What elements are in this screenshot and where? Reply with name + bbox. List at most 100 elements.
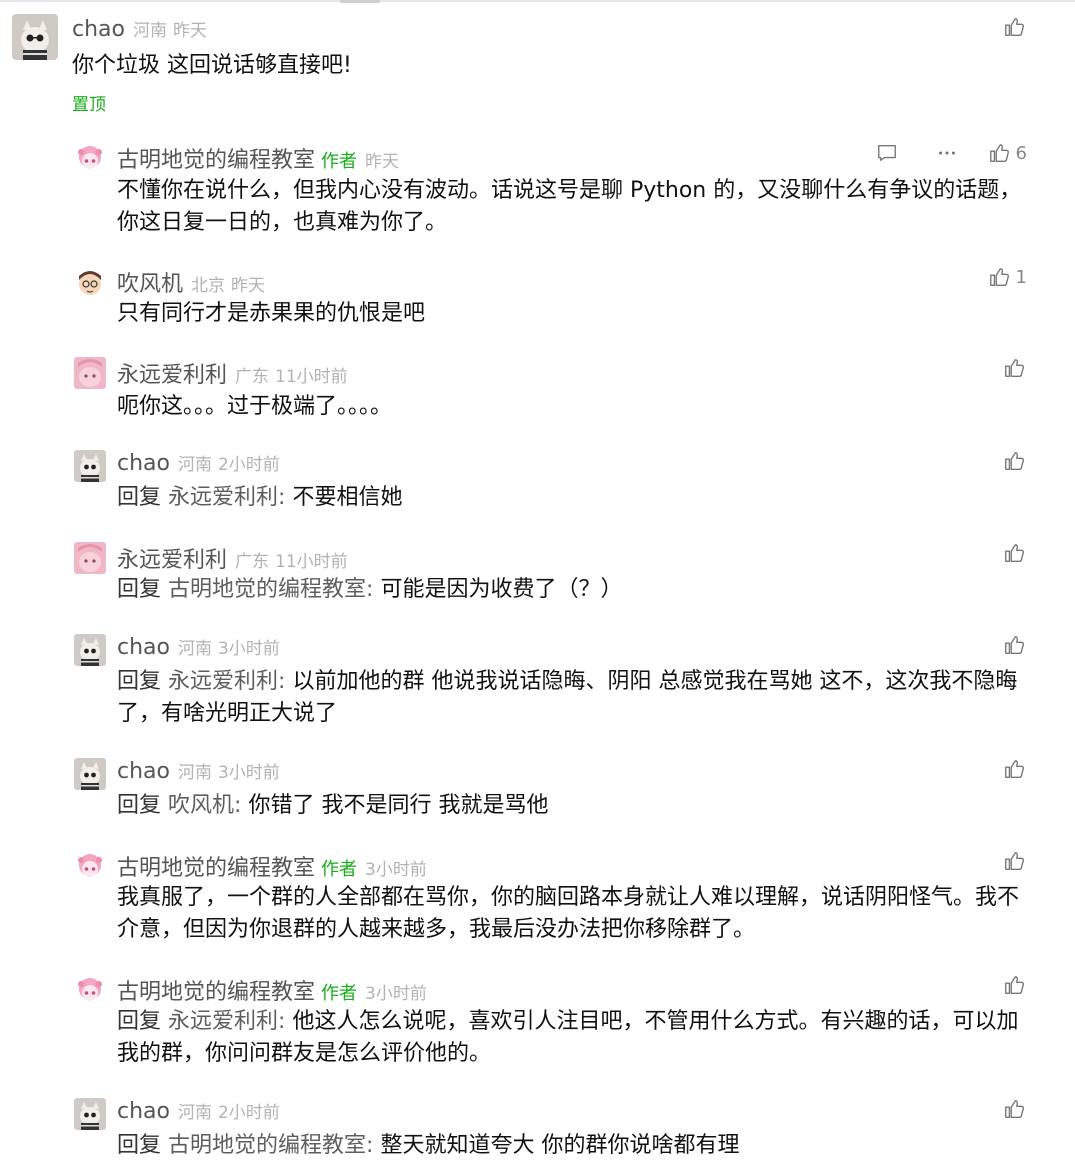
like-button[interactable] <box>1003 758 1025 780</box>
cartoon-boy-avatar-icon <box>74 266 106 298</box>
pinned-label: 置顶 <box>72 95 106 115</box>
comment-body: 呃你这。。。过于极端了。。。。 <box>117 394 393 419</box>
reply-prefix: 回复 <box>117 669 162 694</box>
comment-meta: 河南 3小时前 <box>178 758 280 783</box>
like-button[interactable]: 6 <box>988 142 1027 164</box>
thumbs-up-icon <box>1005 544 1024 562</box>
comment-location: 广东 <box>235 367 270 387</box>
comment-author-name[interactable]: 吹风机 <box>117 266 183 298</box>
reply-prefix: 回复 <box>117 577 162 602</box>
reply-separator: : <box>278 669 286 694</box>
comment-author-name[interactable]: 古明地觉的编程教室 <box>117 850 315 882</box>
comment-location: 河南 <box>177 1103 212 1123</box>
pink-avatar-icon <box>74 357 106 389</box>
avatar[interactable] <box>12 14 58 60</box>
reply-target-name[interactable]: 吹风机 <box>168 793 234 818</box>
comment-time: 昨天 <box>365 152 400 172</box>
comment-location: 河南 <box>177 639 212 659</box>
cat-avatar-icon <box>74 758 106 790</box>
comment-time: 2小时前 <box>217 455 280 475</box>
reply-target-name[interactable]: 永远爱利利 <box>168 669 278 694</box>
comment-time: 昨天 <box>172 21 207 41</box>
author-badge: 作者 <box>321 983 358 1004</box>
reply-prefix: 回复 <box>117 793 162 818</box>
comment-body: 我真服了，一个群的人全部都在骂你，你的脑回路本身就让人难以理解，说话阴阳怪气。我… <box>117 885 1020 942</box>
comment-author-name[interactable]: chao <box>117 1099 170 1124</box>
reply-target-name[interactable]: 古明地觉的编程教室 <box>168 1133 366 1158</box>
comment-meta: 广东 11小时前 <box>235 547 348 572</box>
anime-girl-avatar-icon <box>74 974 106 1006</box>
reply-separator: : <box>278 1009 286 1034</box>
comment-time: 2小时前 <box>217 1103 280 1123</box>
comment-time: 昨天 <box>231 276 266 296</box>
reply-prefix: 回复 <box>117 485 162 510</box>
author-badge: 作者 <box>321 859 358 880</box>
comment-time: 3小时前 <box>217 763 280 783</box>
thumbs-up-icon <box>1005 760 1024 778</box>
like-button[interactable] <box>1003 850 1025 872</box>
reply-separator: : <box>278 485 286 510</box>
more-button[interactable] <box>936 142 958 164</box>
thumbs-up-icon <box>989 268 1009 286</box>
comment-meta: 河南 昨天 <box>133 16 207 41</box>
comment-text: 呃你这。。。过于极端了。。。。 <box>117 391 1027 423</box>
comment-time: 3小时前 <box>217 639 280 659</box>
avatar[interactable] <box>74 850 106 882</box>
comment-author-name[interactable]: 古明地觉的编程教室 <box>117 142 315 174</box>
more-dots-icon <box>938 151 955 155</box>
reply-separator: : <box>366 1133 374 1158</box>
avatar[interactable] <box>74 142 106 174</box>
comment-author-name[interactable]: chao <box>117 635 170 660</box>
like-button[interactable]: 1 <box>988 266 1027 288</box>
reply-button[interactable] <box>876 142 898 164</box>
comment-meta: 3小时前 <box>365 979 427 1004</box>
comment-body: 不懂你在说什么，但我内心没有波动。话说这号是聊 Python 的，又没聊什么有争… <box>117 178 1022 235</box>
comment-location: 河南 <box>177 763 212 783</box>
thumbs-up-icon <box>1005 852 1024 870</box>
reply-prefix: 回复 <box>117 1009 162 1034</box>
like-button[interactable] <box>1003 542 1025 564</box>
comment-location: 北京 <box>191 276 226 296</box>
reply-separator: : <box>366 577 374 602</box>
comment-text: 回复 吹风机: 你错了 我不是同行 我就是骂他 <box>117 790 1027 822</box>
comment-body: 你个垃圾 这回说话够直接吧! <box>72 53 352 78</box>
avatar[interactable] <box>74 266 106 298</box>
pink-avatar-icon <box>74 542 106 574</box>
cat-avatar-icon <box>74 450 106 482</box>
avatar[interactable] <box>74 450 106 482</box>
top-scroll-indicator <box>340 0 380 3</box>
avatar[interactable] <box>74 542 106 574</box>
like-button[interactable] <box>1003 1098 1025 1120</box>
comment-author-name[interactable]: chao <box>117 451 170 476</box>
author-badge: 作者 <box>321 151 358 172</box>
avatar[interactable] <box>74 357 106 389</box>
like-button[interactable] <box>1003 357 1025 379</box>
like-button[interactable] <box>1003 974 1025 996</box>
comment-body: 整天就知道夸大 你的群你说啥都有理 <box>380 1133 740 1158</box>
thumbs-up-icon <box>1005 1100 1024 1118</box>
avatar[interactable] <box>74 758 106 790</box>
like-button[interactable] <box>1003 16 1025 38</box>
avatar[interactable] <box>74 1098 106 1130</box>
reply-target-name[interactable]: 永远爱利利 <box>168 1009 278 1034</box>
comment-time: 11小时前 <box>275 552 348 572</box>
thumbs-up-icon <box>1005 18 1024 36</box>
comment-meta: 广东 11小时前 <box>235 362 348 387</box>
comment-author-name[interactable]: 永远爱利利 <box>117 357 227 389</box>
reply-target-name[interactable]: 永远爱利利 <box>168 485 278 510</box>
reply-target-name[interactable]: 古明地觉的编程教室 <box>168 577 366 602</box>
comment-author-name[interactable]: 永远爱利利 <box>117 542 227 574</box>
avatar[interactable] <box>74 974 106 1006</box>
cat-avatar-icon <box>12 14 58 60</box>
thumbs-up-icon <box>1005 452 1024 470</box>
comment-author-name[interactable]: chao <box>117 759 170 784</box>
comment-time: 11小时前 <box>275 367 348 387</box>
comment-author-name[interactable]: chao <box>72 17 125 42</box>
comment-text: 你个垃圾 这回说话够直接吧! <box>72 50 982 82</box>
comment-body: 不要相信她 <box>292 485 403 510</box>
avatar[interactable] <box>74 634 106 666</box>
comment-location: 河南 <box>132 21 167 41</box>
like-button[interactable] <box>1003 450 1025 472</box>
comment-author-name[interactable]: 古明地觉的编程教室 <box>117 974 315 1006</box>
like-button[interactable] <box>1003 634 1025 656</box>
